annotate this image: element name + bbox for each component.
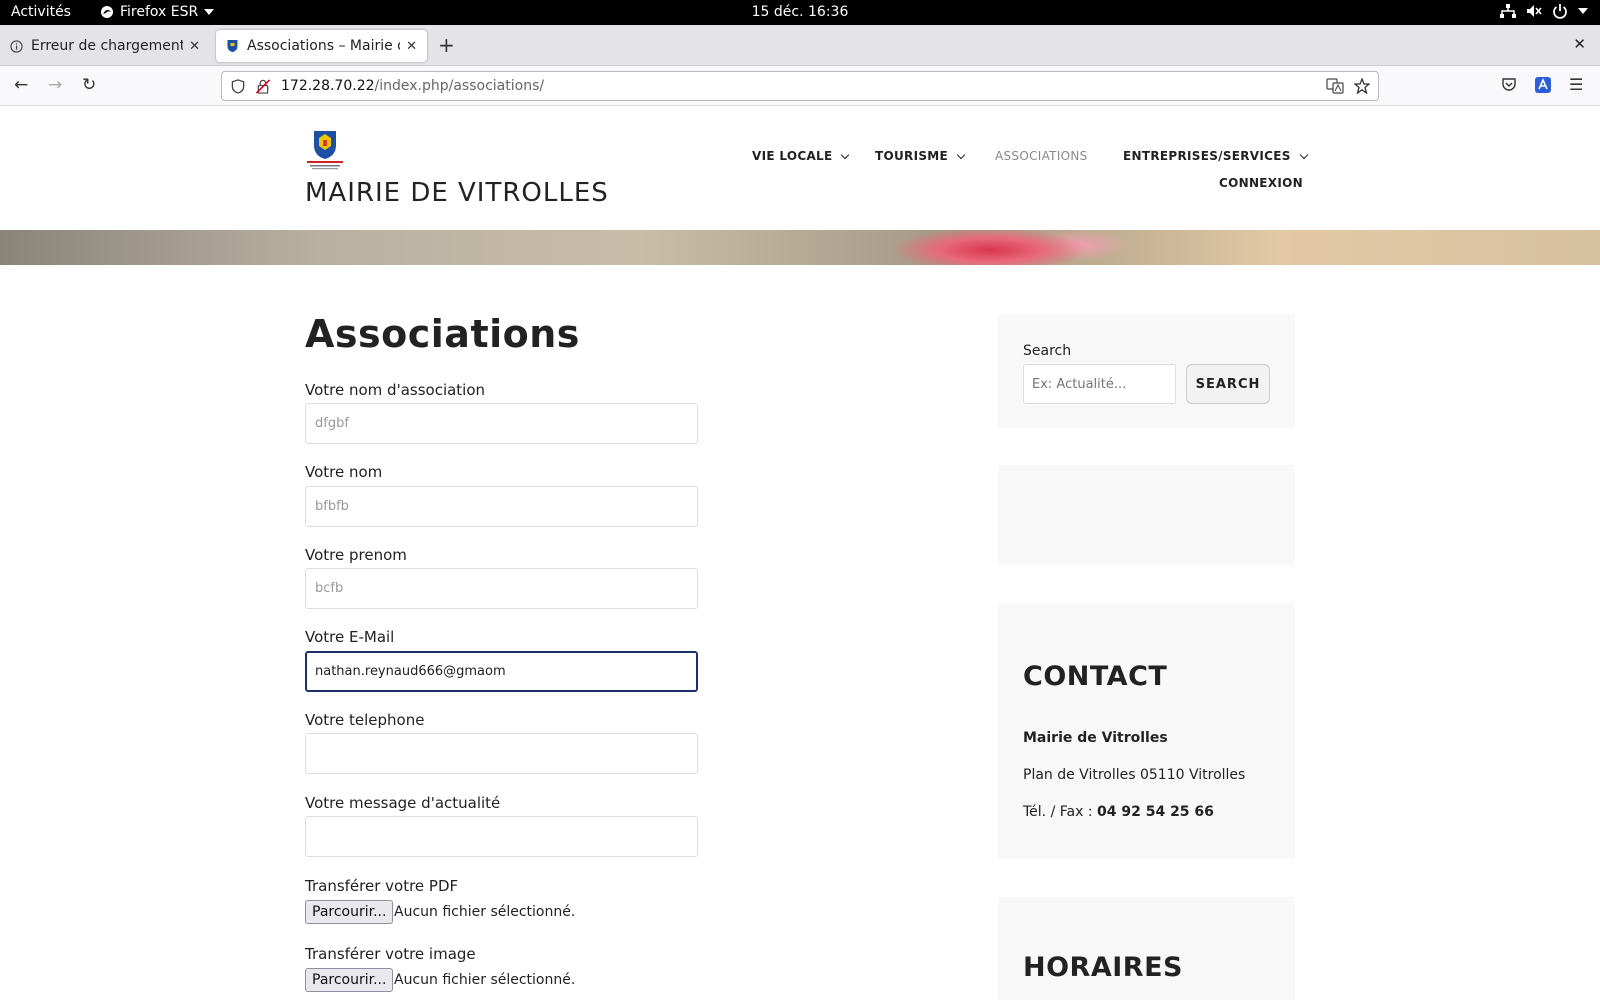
power-icon <box>1553 4 1567 19</box>
nav-vie-locale[interactable]: VIE LOCALE <box>752 149 850 163</box>
image-browse-button[interactable]: Parcourir... <box>305 968 394 992</box>
page-title: Associations <box>305 312 580 356</box>
nav-label: VIE LOCALE <box>752 149 833 163</box>
url-text: 172.28.70.22/index.php/associations/ <box>281 78 544 94</box>
tab-associations[interactable]: Associations – Mairie de Vitrolles ✕ <box>216 30 427 62</box>
bookmark-star-icon[interactable] <box>1354 78 1370 94</box>
close-tab-icon[interactable]: ✕ <box>189 39 200 54</box>
nav-label: ENTREPRISES/SERVICES <box>1123 149 1291 163</box>
chevron-down-icon <box>1578 8 1588 14</box>
contact-address: Plan de Vitrolles 05110 Vitrolles <box>1023 767 1246 783</box>
reload-icon[interactable]: ↻ <box>82 75 96 95</box>
contact-name-text: Mairie de Vitrolles <box>1023 730 1168 746</box>
tab-error[interactable]: Erreur de chargement de la ✕ <box>0 30 210 62</box>
telephone-input[interactable] <box>305 733 698 774</box>
clock[interactable]: 15 déc. 16:36 <box>752 4 849 20</box>
contact-title: CONTACT <box>1023 661 1168 692</box>
nav-label: CONNEXION <box>1219 176 1303 190</box>
image-file-status: Aucun fichier sélectionné. <box>394 972 576 988</box>
pdf-file-status: Aucun fichier sélectionné. <box>394 904 576 920</box>
nav-tourisme[interactable]: TOURISME <box>875 149 966 163</box>
hamburger-menu-icon[interactable]: ☰ <box>1569 75 1583 94</box>
nav-label: ASSOCIATIONS <box>995 149 1088 163</box>
contact-phone: Tél. / Fax : 04 92 54 25 66 <box>1023 804 1214 820</box>
shield-icon <box>231 78 245 94</box>
tab-title: Associations – Mairie de Vitrolles <box>247 38 400 54</box>
nav-connexion[interactable]: CONNEXION <box>1219 176 1303 190</box>
mairie-logo-icon[interactable] <box>306 130 344 170</box>
forward-arrow-icon[interactable]: → <box>48 75 62 95</box>
search-input[interactable] <box>1023 364 1176 404</box>
chevron-down-icon <box>841 150 850 159</box>
message-label: Votre message d'actualité <box>305 794 501 812</box>
network-icon <box>1500 4 1516 18</box>
chevron-down-icon <box>956 150 966 159</box>
tab-title: Erreur de chargement de la <box>31 38 184 54</box>
app-name: Firefox ESR <box>120 4 199 20</box>
info-icon <box>10 39 23 53</box>
translate-icon[interactable] <box>1326 78 1344 94</box>
email-input[interactable] <box>305 651 698 692</box>
site-title[interactable]: MAIRIE DE VITROLLES <box>305 178 609 208</box>
url-bar[interactable]: 172.28.70.22/index.php/associations/ <box>221 71 1379 101</box>
contact-phone-number: 04 92 54 25 66 <box>1097 804 1214 820</box>
new-tab-icon[interactable]: + <box>438 33 455 57</box>
pocket-icon[interactable] <box>1501 77 1517 93</box>
search-button[interactable]: SEARCH <box>1186 364 1270 404</box>
close-tab-icon[interactable]: ✕ <box>406 39 417 54</box>
pdf-browse-button[interactable]: Parcourir... <box>305 900 394 924</box>
empty-widget <box>998 465 1295 565</box>
first-name-input[interactable] <box>305 568 698 609</box>
url-path: /index.php/associations/ <box>374 78 545 94</box>
contact-phone-label: Tél. / Fax : <box>1023 804 1097 820</box>
back-arrow-icon[interactable]: ← <box>14 75 28 95</box>
email-label: Votre E-Mail <box>305 628 395 646</box>
volume-muted-icon <box>1527 5 1542 17</box>
close-window-icon[interactable]: ✕ <box>1573 35 1586 53</box>
contact-name: Mairie de Vitrolles <box>1023 730 1168 746</box>
nav-associations[interactable]: ASSOCIATIONS <box>995 149 1088 163</box>
nav-label: TOURISME <box>875 149 949 163</box>
activities-button[interactable]: Activités <box>11 4 71 20</box>
message-input[interactable] <box>305 816 698 857</box>
last-name-label: Votre nom <box>305 463 383 481</box>
telephone-label: Votre telephone <box>305 711 425 729</box>
search-label: Search <box>1023 343 1072 359</box>
chevron-down-icon <box>204 9 215 15</box>
tab-bar: Erreur de chargement de la ✕ Association… <box>0 25 1600 66</box>
nav-entreprises-services[interactable]: ENTREPRISES/SERVICES <box>1123 149 1308 163</box>
translation-extension-icon[interactable] <box>1534 76 1552 94</box>
system-top-bar: Activités Firefox ESR 15 déc. 16:36 <box>0 0 1600 25</box>
horaires-title: HORAIRES <box>1023 952 1183 983</box>
last-name-input[interactable] <box>305 486 698 527</box>
firefox-icon <box>101 6 113 18</box>
site-favicon-icon <box>227 40 238 52</box>
first-name-label: Votre prenom <box>305 546 407 564</box>
system-tray[interactable] <box>1500 3 1588 19</box>
association-name-input[interactable] <box>305 403 698 444</box>
association-name-label: Votre nom d'association <box>305 381 486 399</box>
insecure-lock-icon <box>255 78 271 94</box>
app-menu[interactable]: Firefox ESR <box>100 4 215 20</box>
image-upload-label: Transférer votre image <box>305 945 476 963</box>
url-host: 172.28.70.22 <box>281 78 375 94</box>
pdf-upload-label: Transférer votre PDF <box>305 877 459 895</box>
chevron-down-icon <box>1299 150 1308 159</box>
header-banner-image <box>0 230 1600 265</box>
navigation-toolbar: ← → ↻ 172.28.70.22/index.php/association… <box>0 66 1600 106</box>
horaires-widget <box>998 897 1295 1000</box>
